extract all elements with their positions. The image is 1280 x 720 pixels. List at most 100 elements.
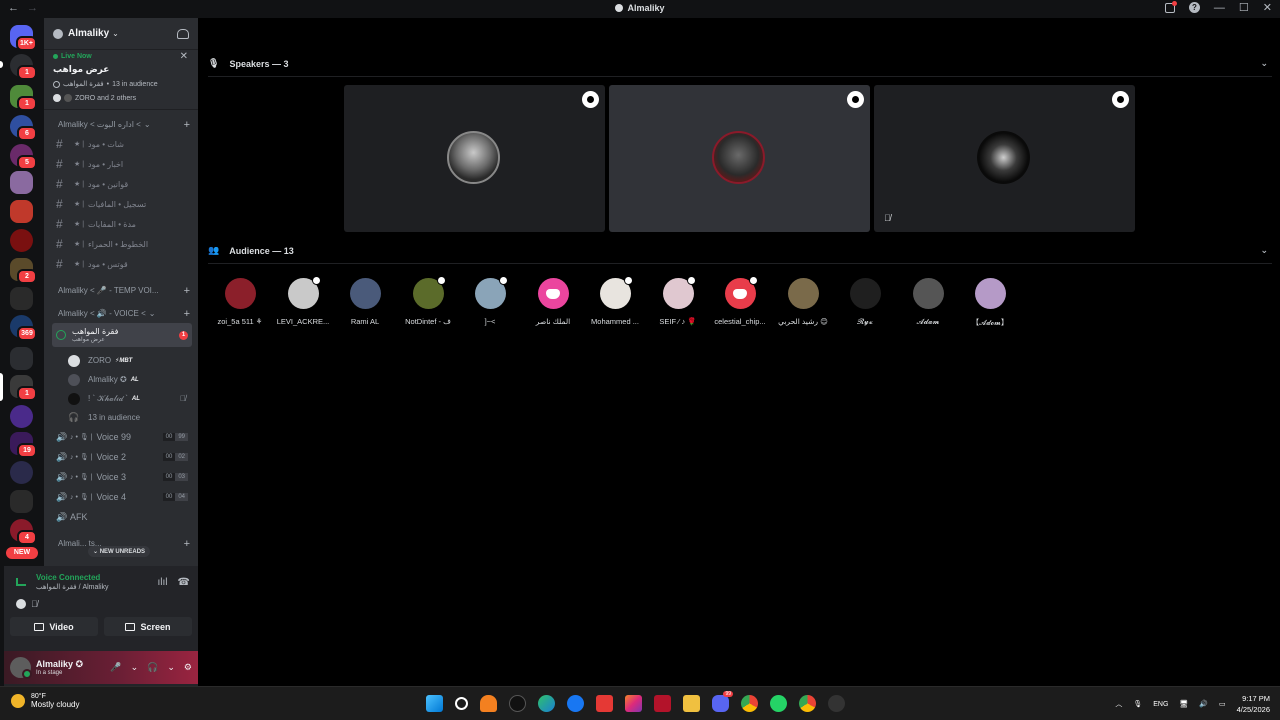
afk-channel[interactable]: 🔊 AFK [52, 507, 192, 527]
instagram-icon[interactable] [625, 695, 642, 712]
text-channel[interactable]: # ★ | تسجيل • المافيات [52, 194, 192, 214]
audience-member[interactable]: 𝓐𝓭𝓪𝓶 [896, 278, 960, 327]
audience-member[interactable]: ]~< [458, 276, 522, 326]
screen-share-button[interactable]: Screen [104, 617, 192, 636]
audience-member[interactable]: رشيد الحربي 😊 [771, 278, 835, 326]
voice-channel[interactable]: 🔊 ♪ • 🎙 | Voice 99 00 99 [52, 427, 192, 447]
app-icon[interactable] [654, 695, 671, 712]
add-channel-icon[interactable]: + [184, 308, 190, 320]
stage-channel[interactable]: فقرة المواهب عرض مواهب 1 [52, 323, 192, 347]
speaker-tile[interactable] [609, 85, 870, 232]
server-icon[interactable]: 1 [10, 54, 37, 80]
stage-member[interactable]: Almaliky ✪ AL [44, 370, 198, 389]
audience-member[interactable]: celestial_chip... [708, 276, 772, 326]
text-channel[interactable]: # ★ | قوانين • مود [52, 174, 192, 194]
add-channel-icon[interactable]: + [184, 538, 190, 550]
server-icon[interactable]: 5 [10, 144, 37, 170]
server-header[interactable]: Almaliky ⌄ [44, 18, 198, 50]
discord-icon[interactable]: 99 [712, 691, 733, 712]
volume-icon[interactable]: 🔊 [1199, 700, 1208, 708]
speaker-tile[interactable] [344, 85, 605, 232]
audience-member[interactable]: LEVI_ACKRE... [271, 276, 335, 326]
voice-channel[interactable]: 🔊 ♪ • 🎙 | Voice 2 00 02 [52, 447, 192, 467]
video-button[interactable]: Video [10, 617, 98, 636]
audience-member[interactable]: NotDintef - ف [396, 276, 460, 326]
inbox-icon[interactable] [1164, 0, 1177, 13]
microphone-icon[interactable]: 🎙 [1133, 700, 1142, 708]
add-channel-icon[interactable]: + [184, 119, 190, 131]
audience-member[interactable]: الملك ناصر [521, 278, 585, 326]
add-member-icon[interactable] [177, 28, 189, 39]
close-icon[interactable]: ✕ [180, 51, 188, 62]
chevron-down-icon[interactable]: ⌄ [167, 662, 175, 673]
whatsapp-icon[interactable] [770, 695, 787, 712]
voice-status[interactable]: Voice Connected [36, 573, 109, 582]
gear-icon[interactable]: ⚙ [184, 662, 192, 673]
server-icon[interactable]: 369 [10, 315, 37, 341]
audience-member[interactable]: SEIF ⁄ ♪ 🌹 [646, 276, 710, 326]
speakers-header[interactable]: 🎙 Speakers — 3 ⌄ [208, 58, 1268, 69]
file-explorer-icon[interactable] [683, 695, 700, 712]
user-name[interactable]: Almaliky ✪ [36, 659, 83, 670]
audience-member[interactable]: zoi_5a 511 ⚘ [208, 278, 272, 326]
close-window-button[interactable]: ✕ [1263, 1, 1272, 14]
server-icon[interactable] [10, 405, 33, 428]
search-icon[interactable] [455, 697, 468, 710]
category-voice[interactable]: Almaliky < 🔊 - VOICE < ⌄ + [44, 304, 198, 323]
start-button[interactable] [426, 695, 443, 712]
audience-member[interactable]: Mohammed ... [583, 276, 647, 326]
app-icon[interactable] [828, 695, 845, 712]
server-icon[interactable]: 4 [10, 519, 37, 545]
new-badge[interactable]: NEW [6, 547, 38, 559]
live-now-card[interactable]: Live Now ✕ عرض مواهب فقرة المواهب • 13 in … [44, 50, 198, 110]
server-icon[interactable]: 2 [10, 258, 37, 284]
headphones-icon[interactable]: 🎧 [147, 662, 158, 673]
voice-channel[interactable]: 🔊 ♪ • 🎙 | Voice 4 00 04 [52, 487, 192, 507]
chrome-icon[interactable] [799, 695, 816, 712]
text-channel[interactable]: # ★ | قوتس • مود [52, 254, 192, 274]
language-indicator[interactable]: ENG [1153, 701, 1168, 708]
avatar[interactable] [10, 657, 32, 679]
audience-member[interactable]: 𝓡𝔂𝔁 [833, 278, 897, 327]
text-channel[interactable]: # ★ | الخطوط • الحمراء [52, 234, 192, 254]
add-channel-icon[interactable]: + [184, 285, 190, 297]
audience-header[interactable]: 👥 Audience — 13 ⌄ [208, 245, 1268, 256]
server-icon[interactable]: 6 [10, 115, 37, 141]
text-channel[interactable]: # ★ | مدة • المفايات [52, 214, 192, 234]
voice-location[interactable]: فقرة المواهب / Almaliky [36, 583, 109, 591]
new-unreads-pill[interactable]: ⌄ NEW UNREADS [88, 546, 151, 557]
chrome-icon[interactable] [741, 695, 758, 712]
maximize-button[interactable]: ☐ [1239, 1, 1249, 14]
chevron-down-icon[interactable]: ⌄ [131, 662, 139, 673]
weather-widget[interactable]: 80°F Mostly cloudy [11, 693, 79, 709]
network-icon[interactable]: 🖥 [1179, 700, 1188, 708]
server-icon[interactable] [10, 171, 33, 194]
stage-member[interactable]: ! ` 𝒦𝒽𝒶𝓁𝒾𝒹 ` AL 🎙̸ [44, 389, 198, 408]
cloudflare-icon[interactable] [480, 695, 497, 712]
edge-icon[interactable] [538, 695, 555, 712]
server-icon[interactable]: 19 [10, 432, 37, 458]
speaker-tile[interactable]: 🎙̸ [874, 85, 1135, 232]
microphone-icon[interactable]: 🎤 [110, 662, 121, 673]
server-icon[interactable] [10, 200, 33, 223]
help-icon[interactable]: ? [1188, 2, 1200, 13]
app-icon[interactable] [596, 695, 613, 712]
audience-member[interactable]: Rami AL [333, 278, 397, 326]
folder-icon[interactable] [10, 347, 33, 370]
minimize-button[interactable]: — [1214, 2, 1225, 14]
direct-messages-button[interactable]: 1K+ [10, 25, 37, 51]
github-icon[interactable] [509, 695, 526, 712]
disconnect-icon[interactable]: ☎ [178, 577, 190, 588]
noise-suppression-icon[interactable]: ılıl [158, 577, 168, 588]
text-channel[interactable]: # ★ | شات • مود [52, 134, 192, 154]
server-icon-almaliky[interactable]: 1 [10, 375, 37, 401]
audience-member[interactable]: 【𝓐𝓭𝓸𝓶】 [958, 278, 1022, 328]
category-admin[interactable]: Almaliky < اداره البوت < ⌄ + [44, 115, 198, 134]
stage-member[interactable]: ZORO ⚡MBT [44, 351, 198, 370]
battery-icon[interactable]: ▭ [1219, 700, 1226, 708]
server-icon[interactable] [10, 287, 33, 310]
signal-icon[interactable] [16, 578, 26, 586]
chevron-up-icon[interactable]: ︿ [1115, 699, 1122, 709]
server-icon[interactable] [10, 229, 33, 252]
clock[interactable]: 9:17 PM 4/25/2026 [1237, 693, 1270, 715]
